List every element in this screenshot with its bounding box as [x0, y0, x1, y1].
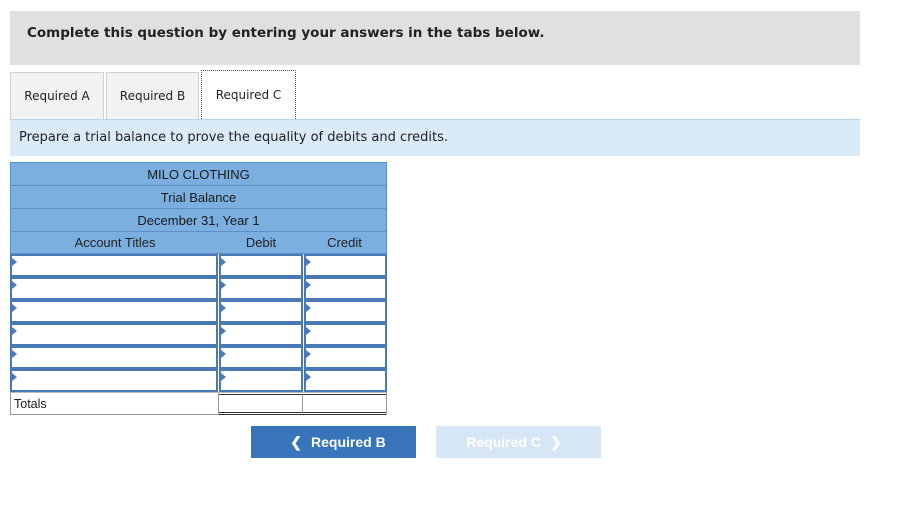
header-debit: Debit [245, 235, 277, 250]
tab-required-b[interactable]: Required B [106, 72, 199, 119]
total-debit [219, 394, 303, 415]
account-title-input[interactable] [10, 300, 218, 323]
table-row [10, 323, 387, 346]
account-title-input[interactable] [10, 346, 218, 369]
column-headers: Account Titles Debit Credit [10, 231, 387, 254]
trial-balance-table: MILO CLOTHING Trial Balance December 31,… [10, 162, 387, 415]
previous-button-label: Required B [311, 434, 386, 450]
account-title-input[interactable] [10, 277, 218, 300]
table-row [10, 277, 387, 300]
total-credit [303, 394, 386, 415]
debit-input[interactable] [219, 346, 303, 369]
totals-label: Totals [11, 393, 219, 414]
header-account-titles: Account Titles [74, 235, 156, 250]
debit-input[interactable] [219, 323, 303, 346]
next-required-c-button: Required C ❯ [436, 426, 601, 458]
prompt-text: Prepare a trial balance to prove the equ… [19, 130, 449, 145]
company-name: MILO CLOTHING [10, 162, 387, 185]
tab-required-a[interactable]: Required A [10, 72, 104, 119]
table-row [10, 300, 387, 323]
header-credit: Credit [327, 235, 362, 250]
debit-input[interactable] [219, 254, 303, 277]
table-row [10, 369, 387, 392]
table-row [10, 346, 387, 369]
tab-required-c[interactable]: Required C [201, 70, 296, 119]
credit-input[interactable] [304, 323, 387, 346]
debit-input[interactable] [219, 300, 303, 323]
credit-input[interactable] [304, 277, 387, 300]
debit-input[interactable] [219, 277, 303, 300]
chevron-right-icon: ❯ [549, 433, 562, 450]
credit-input[interactable] [304, 369, 387, 392]
table-row [10, 254, 387, 277]
statement-title: Trial Balance [10, 185, 387, 208]
debit-input[interactable] [219, 369, 303, 392]
account-title-input[interactable] [10, 254, 218, 277]
previous-required-b-button[interactable]: ❮ Required B [251, 426, 416, 458]
credit-input[interactable] [304, 300, 387, 323]
credit-input[interactable] [304, 346, 387, 369]
statement-date: December 31, Year 1 [10, 208, 387, 231]
instructions-banner: Complete this question by entering your … [10, 11, 860, 65]
credit-input[interactable] [304, 254, 387, 277]
instructions-text: Complete this question by entering your … [27, 25, 545, 41]
chevron-left-icon: ❮ [290, 433, 303, 450]
question-prompt: Prepare a trial balance to prove the equ… [10, 119, 860, 156]
next-button-label: Required C [466, 434, 541, 450]
account-title-input[interactable] [10, 369, 218, 392]
account-title-input[interactable] [10, 323, 218, 346]
totals-row: Totals [10, 392, 387, 415]
